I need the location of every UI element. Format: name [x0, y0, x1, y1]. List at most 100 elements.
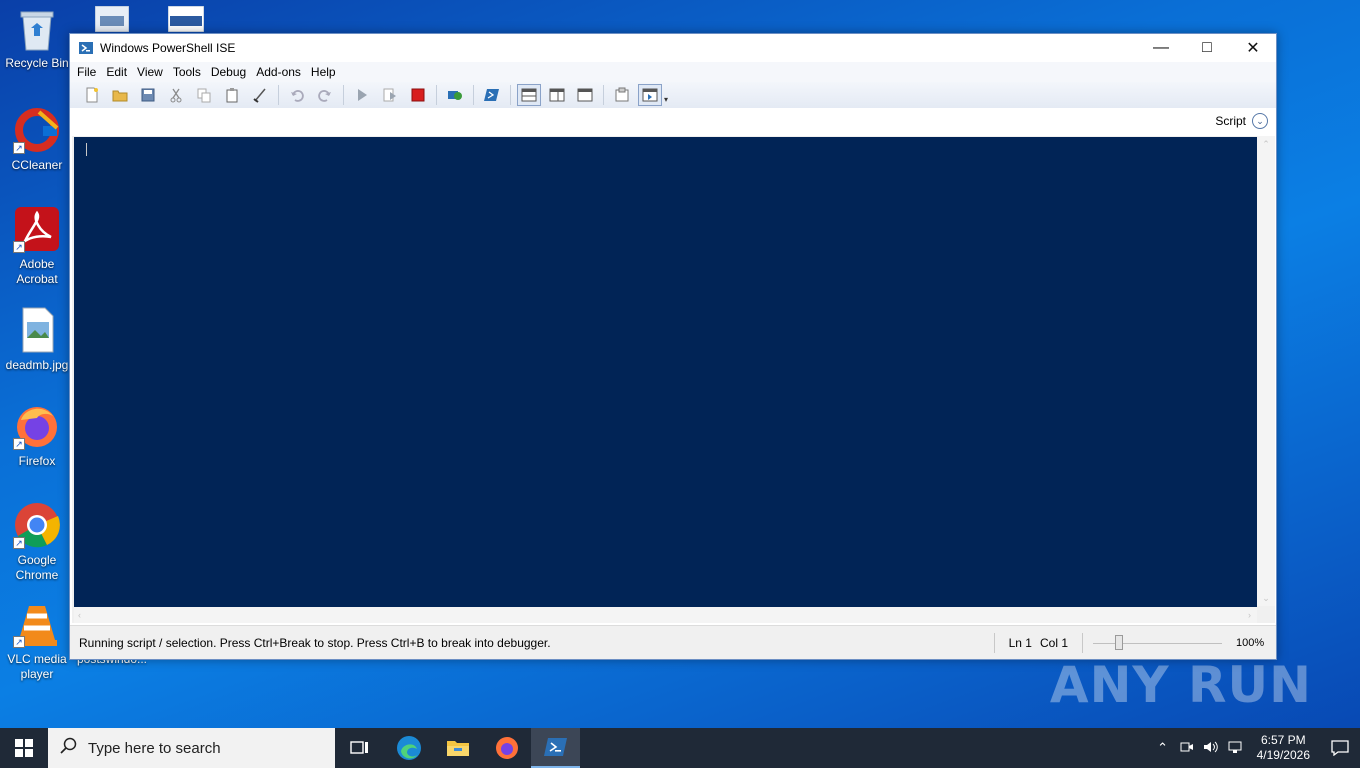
cut-button[interactable] [162, 84, 190, 106]
desktop-icon-label: CCleaner [11, 158, 63, 172]
chevron-up-icon[interactable]: ⌃ [1151, 740, 1175, 756]
desktop-icon-recycle-bin[interactable]: Recycle Bin [1, 8, 73, 71]
toolbar-separator [473, 85, 474, 105]
desktop-icon-deadmb[interactable]: deadmb.jpg [1, 306, 73, 373]
scroll-right-icon[interactable]: › [1248, 607, 1251, 623]
layout-right-button[interactable] [543, 84, 571, 106]
horizontal-scrollbar[interactable]: ‹ › [74, 607, 1257, 623]
toolbar-separator [603, 85, 604, 105]
desktop-icon-vlc[interactable]: ↗ VLC media player [1, 600, 73, 682]
zoom-slider[interactable] [1082, 632, 1232, 653]
new-button[interactable] [78, 84, 106, 106]
desktop-icon-label: Adobe Acrobat [16, 257, 58, 286]
copy-button[interactable] [190, 84, 218, 106]
toolbar-overflow-icon[interactable]: ▾ [664, 95, 668, 104]
run-script-button[interactable] [348, 84, 376, 106]
menu-add-ons[interactable]: Add-ons [251, 65, 306, 79]
notifications-button[interactable] [1320, 740, 1360, 756]
powershell-ise-icon [78, 40, 94, 56]
desktop-icon-top-1[interactable] [76, 5, 148, 36]
taskbar: Type here to search ⌃ 6:57 PM 4/19/2026 [0, 728, 1360, 768]
start-button[interactable] [0, 728, 48, 768]
redo-button[interactable] [311, 84, 339, 106]
desktop-icon-adobe-acrobat[interactable]: ↗ Adobe Acrobat [1, 205, 73, 287]
desktop-icon-label: Firefox [18, 454, 56, 468]
undo-icon [291, 90, 304, 102]
desktop-icon-firefox[interactable]: ↗ Firefox [1, 402, 73, 469]
undo-button[interactable] [283, 84, 311, 106]
menu-file[interactable]: File [72, 65, 101, 79]
network-icon[interactable] [1223, 740, 1247, 757]
shortcut-arrow-icon: ↗ [13, 241, 25, 253]
cursor-position: Ln 1 Col 1 [993, 632, 1082, 653]
start-powershell-button[interactable] [478, 84, 506, 106]
clock-date: 4/19/2026 [1256, 748, 1310, 762]
taskbar-powershell-ise[interactable] [531, 728, 580, 768]
title-bar[interactable]: Windows PowerShell ISE — □ ✕ [70, 34, 1276, 62]
acrobat-icon: ↗ [13, 205, 61, 253]
clock[interactable]: 6:57 PM 4/19/2026 [1247, 733, 1320, 763]
desktop-icon-label: deadmb.jpg [5, 358, 69, 372]
status-message: Running script / selection. Press Ctrl+B… [79, 635, 551, 650]
show-commands-button[interactable] [608, 84, 636, 106]
commands-icon [615, 87, 629, 102]
stop-button[interactable] [404, 84, 432, 106]
maximize-icon: □ [1202, 39, 1212, 56]
taskbar-task-view[interactable] [335, 728, 384, 768]
open-button[interactable] [106, 84, 134, 106]
meet-now-icon[interactable] [1175, 740, 1199, 757]
volume-icon[interactable] [1199, 740, 1223, 757]
layout-max-button[interactable] [571, 84, 599, 106]
menu-help[interactable]: Help [306, 65, 341, 79]
script-toggle-label[interactable]: Script [1215, 114, 1246, 128]
desktop-icon-ccleaner[interactable]: ↗ CCleaner [1, 106, 73, 173]
menu-debug[interactable]: Debug [206, 65, 251, 79]
recycle-bin-icon [17, 8, 57, 52]
run-selection-button[interactable] [376, 84, 404, 106]
menu-view[interactable]: View [132, 65, 168, 79]
status-bar: Running script / selection. Press Ctrl+B… [70, 625, 1276, 659]
chrome-icon: ↗ [13, 501, 61, 549]
desktop-icon-top-2[interactable] [150, 5, 222, 36]
vertical-scrollbar[interactable]: ⌃ ⌄ [1257, 136, 1275, 606]
save-button[interactable] [134, 84, 162, 106]
text-file-icon [167, 5, 205, 33]
taskbar-search-box[interactable]: Type here to search [48, 728, 335, 768]
layout-top-icon [521, 88, 537, 102]
system-tray: ⌃ 6:57 PM 4/19/2026 [1151, 728, 1360, 768]
scroll-up-icon[interactable]: ⌃ [1257, 136, 1275, 152]
shortcut-arrow-icon: ↗ [13, 142, 25, 154]
menu-edit[interactable]: Edit [101, 65, 132, 79]
desktop-icon-google-chrome[interactable]: ↗ Google Chrome [1, 501, 73, 583]
console-pane[interactable] [74, 137, 1257, 607]
layout-top-button[interactable] [517, 84, 541, 106]
zoom-thumb[interactable] [1115, 634, 1123, 650]
taskbar-firefox[interactable] [482, 728, 531, 768]
clear-console-button[interactable] [246, 84, 274, 106]
maximize-button[interactable]: □ [1184, 34, 1230, 62]
windows-logo-icon [15, 739, 33, 757]
run-icon [358, 89, 367, 101]
save-icon [141, 88, 155, 102]
close-icon: ✕ [1246, 40, 1260, 57]
anyrun-watermark: ANY RUN [1049, 656, 1312, 714]
desktop-icon-label: Google Chrome [15, 553, 59, 582]
layout-right-icon [549, 88, 565, 102]
taskbar-edge[interactable] [384, 728, 433, 768]
stop-icon [411, 88, 425, 102]
addon-pane-button[interactable] [638, 84, 662, 106]
new-icon [86, 87, 98, 103]
layout-max-icon [577, 88, 593, 102]
scroll-left-icon[interactable]: ‹ [74, 610, 81, 620]
window-title: Windows PowerShell ISE [100, 41, 236, 55]
clock-time: 6:57 PM [1260, 733, 1306, 747]
scroll-down-icon[interactable]: ⌄ [1257, 590, 1275, 606]
paste-button[interactable] [218, 84, 246, 106]
chevron-down-icon[interactable]: ⌄ [1252, 113, 1268, 129]
minimize-button[interactable]: — [1138, 34, 1184, 62]
menu-tools[interactable]: Tools [168, 65, 206, 79]
powershell-icon [484, 89, 499, 101]
taskbar-file-explorer[interactable] [433, 728, 482, 768]
close-button[interactable]: ✕ [1230, 34, 1276, 62]
new-remote-tab-button[interactable] [441, 84, 469, 106]
